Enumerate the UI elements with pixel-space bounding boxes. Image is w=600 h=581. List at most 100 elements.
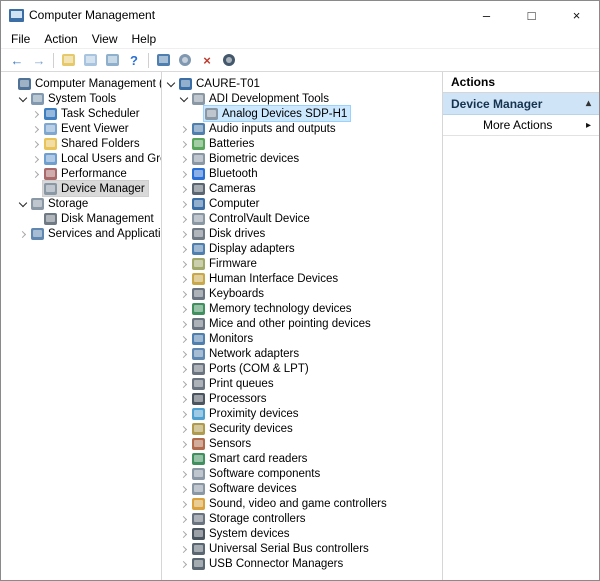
chevron-collapsed-icon[interactable] (179, 484, 189, 494)
chevron-collapsed-icon[interactable] (31, 124, 41, 134)
chevron-expanded-icon[interactable] (166, 79, 176, 89)
chevron-collapsed-icon[interactable] (179, 274, 189, 284)
chevron-collapsed-icon[interactable] (179, 229, 189, 239)
tree-item[interactable]: Processors (191, 391, 270, 406)
chevron-collapsed-icon[interactable] (179, 544, 189, 554)
tree-row[interactable]: USB Connector Managers (162, 556, 442, 571)
tree-row[interactable]: Performance (1, 166, 161, 181)
tree-item[interactable]: Proximity devices (191, 406, 301, 421)
tree-row[interactable]: Storage (1, 196, 161, 211)
chevron-collapsed-icon[interactable] (179, 259, 189, 269)
tree-item[interactable]: Software components (191, 466, 323, 481)
device-manager-view-icon[interactable] (152, 50, 174, 70)
tree-row[interactable]: ControlVault Device (162, 211, 442, 226)
properties-icon[interactable] (101, 50, 123, 70)
tree-item[interactable]: Smart card readers (191, 451, 310, 466)
tree-item[interactable]: Human Interface Devices (191, 271, 341, 286)
back-icon[interactable]: ← (6, 50, 28, 70)
minimize-button[interactable]: – (464, 1, 509, 29)
chevron-collapsed-icon[interactable] (179, 454, 189, 464)
tree-row[interactable]: Biometric devices (162, 151, 442, 166)
tree-item[interactable]: Keyboards (191, 286, 267, 301)
chevron-expanded-icon[interactable] (18, 94, 28, 104)
tree-row[interactable]: Security devices (162, 421, 442, 436)
tree-item[interactable]: Computer Management (Local) (17, 76, 162, 91)
tree-row[interactable]: ADI Development Tools (162, 91, 442, 106)
chevron-expanded-icon[interactable] (179, 94, 189, 104)
tree-item[interactable]: Disk Management (43, 211, 157, 226)
chevron-collapsed-icon[interactable] (179, 169, 189, 179)
tree-item[interactable]: Security devices (191, 421, 296, 436)
tree-row[interactable]: Software components (162, 466, 442, 481)
tree-item[interactable]: Storage (30, 196, 91, 211)
tree-row[interactable]: Bluetooth (162, 166, 442, 181)
tree-row[interactable]: Computer (162, 196, 442, 211)
tree-row[interactable]: Memory technology devices (162, 301, 442, 316)
tree-item[interactable]: System devices (191, 526, 293, 541)
tree-row[interactable]: Processors (162, 391, 442, 406)
tree-row[interactable]: Cameras (162, 181, 442, 196)
chevron-collapsed-icon[interactable] (179, 409, 189, 419)
tree-row[interactable]: Sound, video and game controllers (162, 496, 442, 511)
chevron-expanded-icon[interactable] (18, 199, 28, 209)
tree-item[interactable]: Disk drives (191, 226, 268, 241)
tree-row[interactable]: Task Scheduler (1, 106, 161, 121)
chevron-collapsed-icon[interactable] (31, 139, 41, 149)
tree-row[interactable]: Smart card readers (162, 451, 442, 466)
tree-item[interactable]: Memory technology devices (191, 301, 355, 316)
more-actions-item[interactable]: More Actions ▸ (443, 115, 599, 136)
close-button[interactable]: × (554, 1, 599, 29)
tree-row[interactable]: Shared Folders (1, 136, 161, 151)
chevron-collapsed-icon[interactable] (179, 334, 189, 344)
tree-row[interactable]: Analog Devices SDP-H1 (162, 106, 442, 121)
tree-row[interactable]: Ports (COM & LPT) (162, 361, 442, 376)
tree-item[interactable]: Software devices (191, 481, 300, 496)
tree-row[interactable]: Computer Management (Local) (1, 76, 161, 91)
tree-row[interactable]: Disk drives (162, 226, 442, 241)
chevron-collapsed-icon[interactable] (179, 139, 189, 149)
chevron-collapsed-icon[interactable] (179, 349, 189, 359)
tree-row[interactable]: Firmware (162, 256, 442, 271)
chevron-collapsed-icon[interactable] (179, 304, 189, 314)
tree-item[interactable]: Sound, video and game controllers (191, 496, 390, 511)
tree-item[interactable]: Computer (191, 196, 263, 211)
show-console-tree-icon[interactable] (57, 50, 79, 70)
tree-row[interactable]: Disk Management (1, 211, 161, 226)
chevron-collapsed-icon[interactable] (179, 469, 189, 479)
chevron-collapsed-icon[interactable] (179, 289, 189, 299)
tree-item[interactable]: Monitors (191, 331, 256, 346)
tree-item[interactable]: Shared Folders (43, 136, 143, 151)
tree-row[interactable]: Audio inputs and outputs (162, 121, 442, 136)
menu-file[interactable]: File (4, 29, 37, 48)
tree-item[interactable]: ADI Development Tools (191, 91, 332, 106)
tree-row[interactable]: Network adapters (162, 346, 442, 361)
tree-item[interactable]: Event Viewer (43, 121, 132, 136)
tree-item[interactable]: ControlVault Device (191, 211, 313, 226)
tree-item[interactable]: Batteries (191, 136, 257, 151)
chevron-collapsed-icon[interactable] (179, 199, 189, 209)
tree-item[interactable]: USB Connector Managers (191, 556, 346, 571)
tree-row[interactable]: Monitors (162, 331, 442, 346)
chevron-collapsed-icon[interactable] (31, 109, 41, 119)
chevron-collapsed-icon[interactable] (179, 439, 189, 449)
chevron-collapsed-icon[interactable] (179, 154, 189, 164)
chevron-collapsed-icon[interactable] (179, 424, 189, 434)
tree-row[interactable]: Human Interface Devices (162, 271, 442, 286)
tree-item[interactable]: Audio inputs and outputs (191, 121, 339, 136)
tree-item[interactable]: Network adapters (191, 346, 302, 361)
tree-row[interactable]: Local Users and Groups (1, 151, 161, 166)
help-icon[interactable]: ? (123, 50, 145, 70)
chevron-collapsed-icon[interactable] (179, 514, 189, 524)
tree-item[interactable]: Mice and other pointing devices (191, 316, 374, 331)
tree-row[interactable]: Keyboards (162, 286, 442, 301)
export-list-icon[interactable] (79, 50, 101, 70)
chevron-collapsed-icon[interactable] (179, 214, 189, 224)
tree-item[interactable]: CAURE-T01 (178, 76, 263, 91)
tree-row[interactable]: Proximity devices (162, 406, 442, 421)
tree-row[interactable]: Batteries (162, 136, 442, 151)
tree-row[interactable]: Universal Serial Bus controllers (162, 541, 442, 556)
tree-row[interactable]: Mice and other pointing devices (162, 316, 442, 331)
tree-row[interactable]: CAURE-T01 (162, 76, 442, 91)
tree-item[interactable]: Storage controllers (191, 511, 309, 526)
tree-row[interactable]: Storage controllers (162, 511, 442, 526)
